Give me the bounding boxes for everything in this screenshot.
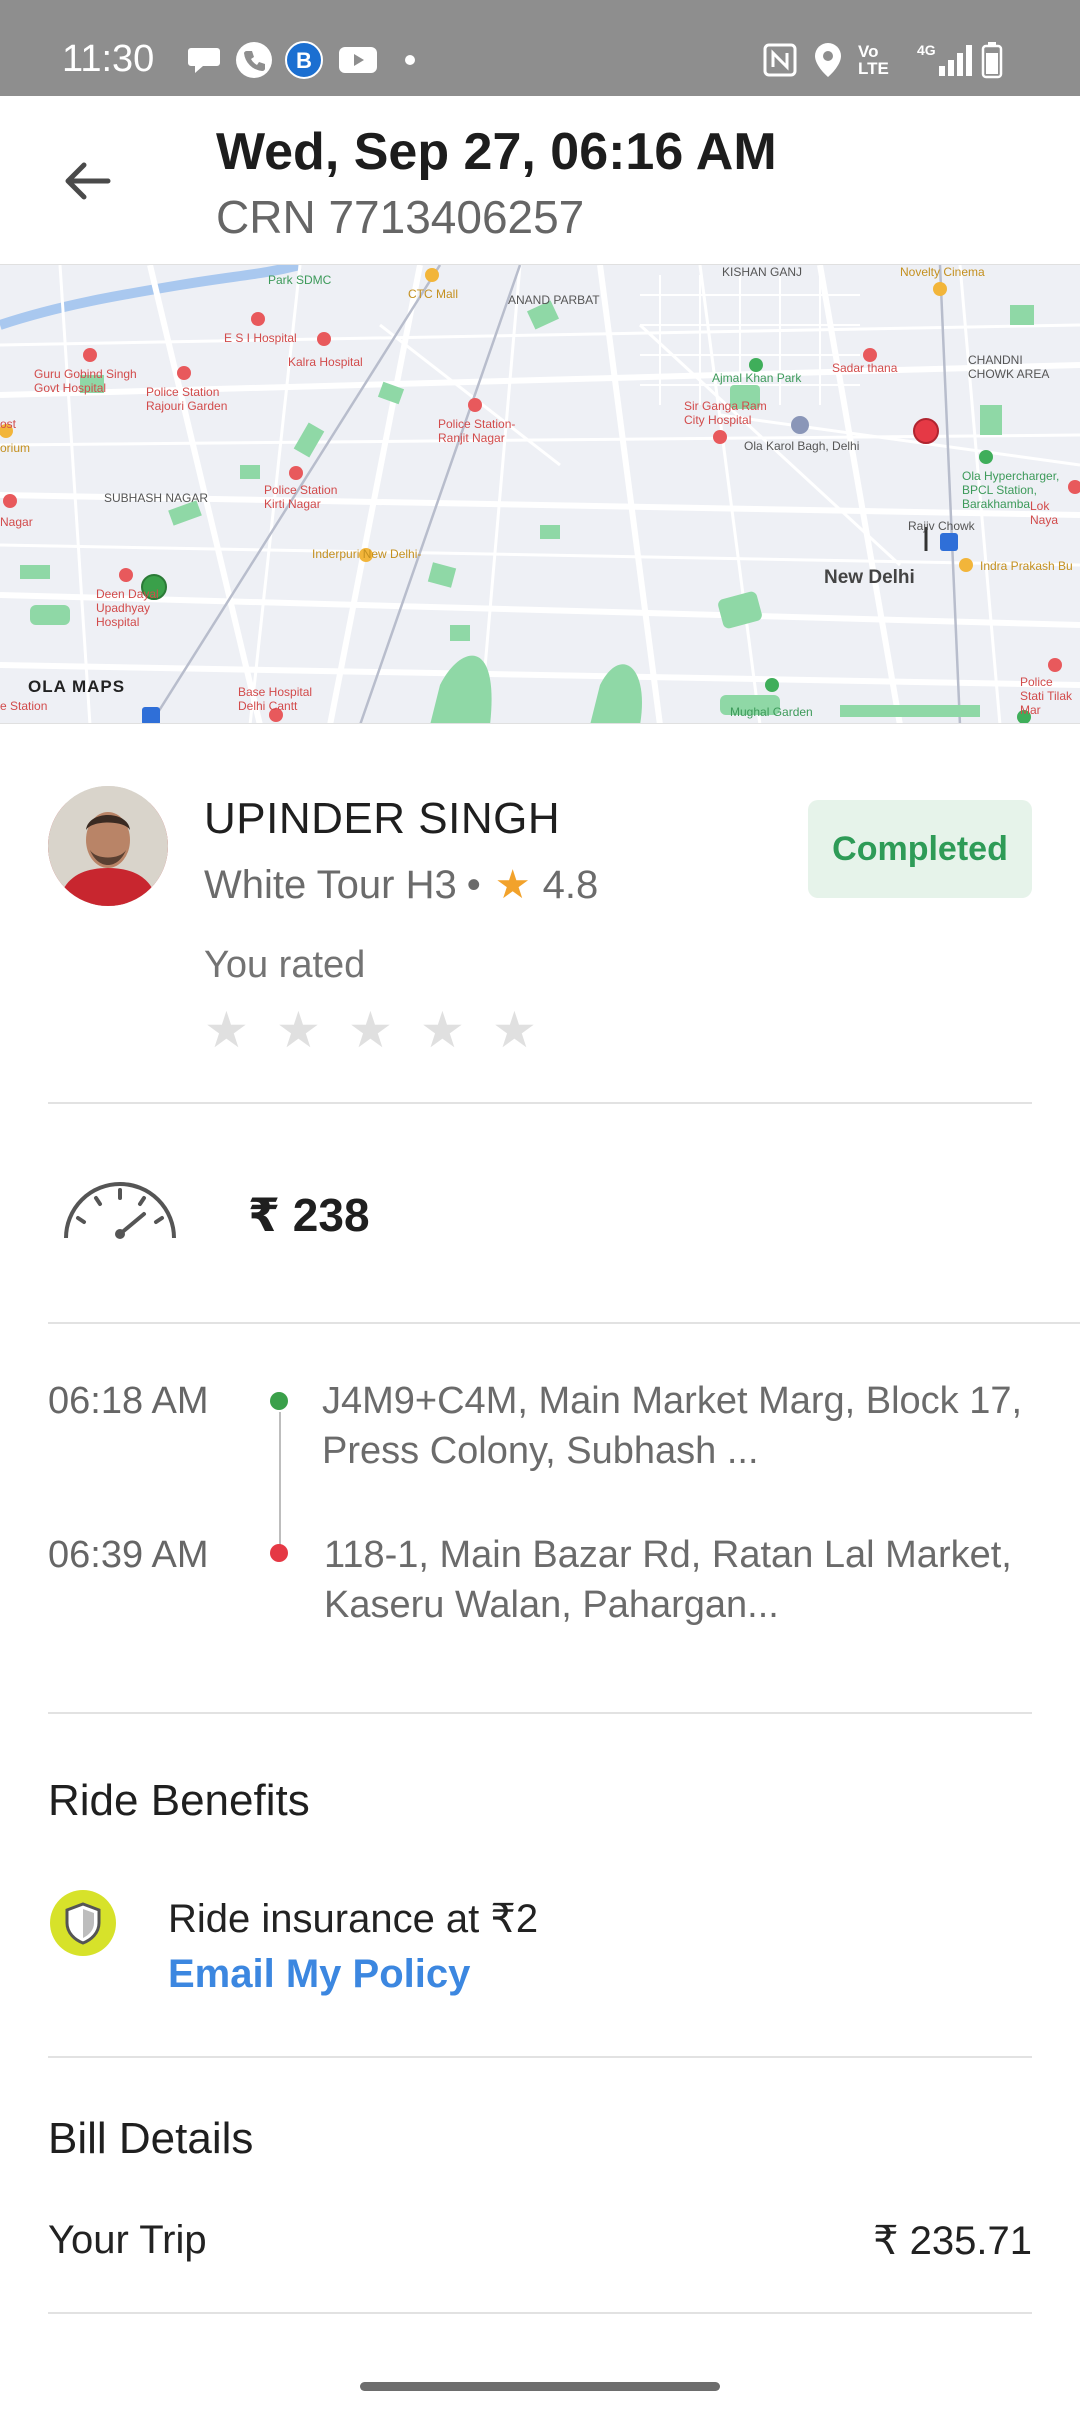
- bill-details-heading: Bill Details: [48, 2114, 254, 2163]
- map-label: Lok Naya: [1030, 499, 1059, 527]
- divider: [48, 2312, 1032, 2314]
- ola-maps-logo: OLA MAPS: [28, 677, 126, 696]
- ride-status-badge: Completed: [808, 800, 1032, 898]
- status-time: 11:30: [62, 38, 155, 80]
- crn-number: CRN 7713406257: [216, 191, 585, 243]
- drop-dot-icon: [270, 1544, 288, 1562]
- rating-star-4[interactable]: ★: [420, 1002, 465, 1058]
- svg-text:4G: 4G: [917, 42, 936, 58]
- separator-dot: •: [466, 862, 481, 907]
- map-label: E S I Hospital: [224, 331, 297, 345]
- map-label: Sir Ganga Ram City Hospital: [684, 399, 767, 427]
- back-button[interactable]: [52, 146, 122, 216]
- ride-datetime: Wed, Sep 27, 06:16 AM: [216, 123, 777, 181]
- map-label: Indra Prakash Bu: [980, 559, 1073, 573]
- pickup-time: 06:18 AM: [48, 1380, 209, 1422]
- rating-star-2[interactable]: ★: [276, 1002, 321, 1058]
- map-label: Nagar: [0, 515, 33, 529]
- map-label: Park SDMC: [268, 273, 332, 287]
- map-label: CTC Mall: [408, 287, 458, 301]
- map-label: Ola Karol Bagh, Delhi: [744, 439, 860, 453]
- dot-icon: [400, 40, 420, 80]
- you-rated-label: You rated: [204, 944, 366, 986]
- route-map[interactable]: Park SDMC CTC Mall ANAND PARBAT KISHAN G…: [0, 264, 1080, 724]
- user-rating-stars[interactable]: ★ ★ ★ ★ ★: [204, 1002, 537, 1058]
- drop-address: 118-1, Main Bazar Rd, Ratan Lal Market, …: [324, 1534, 1012, 1626]
- divider: [48, 1102, 1032, 1104]
- map-label: KISHAN GANJ: [722, 265, 803, 279]
- map-label: Mughal Garden: [730, 705, 813, 719]
- your-trip-amount: ₹ 235.71: [873, 2219, 1032, 2263]
- volte-icon: Vo LTE: [858, 42, 889, 78]
- pickup-address: J4M9+C4M, Main Market Marg, Block 17, Pr…: [322, 1380, 1023, 1472]
- map-label: Rajiv Chowk: [908, 519, 975, 533]
- ride-benefits-heading: Ride Benefits: [48, 1776, 310, 1825]
- map-label: Kalra Hospital: [288, 355, 363, 369]
- driver-name: UPINDER SINGH: [204, 794, 561, 843]
- route-line: [279, 1412, 281, 1552]
- rating-star-3[interactable]: ★: [348, 1002, 393, 1058]
- arrow-left-icon: [65, 162, 111, 200]
- chat-bubble-icon: [186, 40, 222, 80]
- drop-time: 06:39 AM: [48, 1534, 209, 1576]
- map-label: Deen Dayal Upadhyay Hospital: [96, 587, 159, 629]
- divider: [48, 2056, 1032, 2058]
- nfc-icon: [760, 40, 800, 80]
- driver-rating: 4.8: [542, 862, 599, 907]
- map-label: Novelty Cinema: [900, 265, 985, 279]
- map-label: New Delhi: [824, 567, 915, 588]
- map-label: ost: [0, 417, 17, 431]
- vehicle-info: White Tour H3 • ★ 4.8: [204, 862, 598, 908]
- battery-icon: [978, 40, 1006, 80]
- driver-avatar: [48, 786, 168, 906]
- map-label: CHANDNI CHOWK AREA: [968, 353, 1050, 381]
- speedometer-icon: [60, 1176, 180, 1245]
- b-app-icon: B: [284, 40, 324, 80]
- map-label: SUBHASH NAGAR: [104, 491, 209, 505]
- star-icon: ★: [494, 863, 531, 907]
- app-bar: Wed, Sep 27, 06:16 AM CRN 7713406257: [0, 96, 1080, 264]
- map-label: Inderpuri New Delhi-: [312, 547, 422, 561]
- rating-star-1[interactable]: ★: [204, 1002, 249, 1058]
- map-label: Ajmal Khan Park: [712, 371, 802, 385]
- signal-4g-icon: 4G: [916, 40, 974, 80]
- home-indicator[interactable]: [360, 2382, 720, 2391]
- map-label: Police Station- Ranjit Nagar: [438, 417, 516, 445]
- fare-amount: ₹ 238: [248, 1189, 370, 1241]
- email-policy-link[interactable]: Email My Policy: [168, 1952, 470, 1997]
- shield-icon: [50, 1890, 116, 1956]
- youtube-icon: [336, 40, 380, 80]
- map-label: Guru Gobind Singh Govt Hospital: [34, 367, 137, 395]
- map-label: e Station: [0, 699, 48, 713]
- your-trip-label: Your Trip: [48, 2218, 207, 2262]
- rating-star-5[interactable]: ★: [492, 1002, 537, 1058]
- map-label: Base Hospital Delhi Cantt: [238, 685, 313, 713]
- map-label: Police Station Kirti Nagar: [264, 483, 338, 511]
- map-label: Police Station Rajouri Garden: [146, 385, 228, 413]
- pickup-dot-icon: [270, 1392, 288, 1410]
- insurance-text: Ride insurance at ₹2: [168, 1897, 539, 1941]
- vehicle-model: White Tour H3: [204, 862, 457, 907]
- location-icon: [810, 40, 846, 80]
- divider: [48, 1322, 1080, 1324]
- map-label: ANAND PARBAT: [508, 293, 600, 307]
- status-bar: 11:30 B Vo LTE 4G: [0, 0, 1080, 96]
- divider: [48, 1712, 1032, 1714]
- map-label: orium: [0, 441, 31, 455]
- map-label: Police Stati Tilak Mar: [1020, 675, 1073, 717]
- map-label: Sadar thana: [832, 361, 898, 375]
- svg-text:B: B: [296, 48, 312, 73]
- phone-icon: [234, 40, 274, 80]
